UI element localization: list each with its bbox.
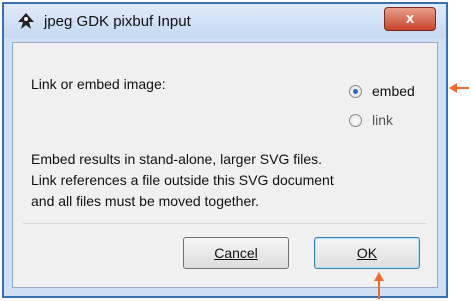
title-bar[interactable]: jpeg GDK pixbuf Input x: [4, 4, 446, 38]
separator: [23, 223, 427, 224]
embed-radio[interactable]: embed: [349, 81, 449, 101]
link-radio[interactable]: link: [349, 110, 449, 130]
ok-button[interactable]: OK: [314, 237, 420, 269]
radio-selected-dot: [353, 88, 358, 94]
link-radio-circle[interactable]: [349, 113, 362, 127]
link-radio-label[interactable]: link: [372, 112, 393, 128]
prompt-label: Link or embed image:: [31, 76, 166, 92]
close-icon: x: [405, 10, 415, 27]
description-text: Embed results in stand-alone, larger SVG…: [31, 149, 431, 212]
annotation-arrow-ok: [374, 272, 384, 299]
window-title: jpeg GDK pixbuf Input: [44, 13, 191, 30]
description-line: and all files must be moved together.: [31, 193, 260, 209]
embed-radio-label[interactable]: embed: [372, 83, 415, 99]
inkscape-icon: [18, 13, 34, 29]
description-line: Link references a file outside this SVG …: [31, 172, 334, 188]
annotation-arrow-embed: [449, 83, 469, 93]
embed-radio-circle[interactable]: [349, 84, 362, 98]
cancel-button[interactable]: Cancel: [183, 237, 289, 269]
close-button[interactable]: x: [384, 7, 436, 31]
description-line: Embed results in stand-alone, larger SVG…: [31, 151, 323, 167]
dialog-content: Link or embed image: embed link Embed re…: [12, 42, 438, 288]
dialog-window: jpeg GDK pixbuf Input x Link or embed im…: [2, 2, 448, 298]
